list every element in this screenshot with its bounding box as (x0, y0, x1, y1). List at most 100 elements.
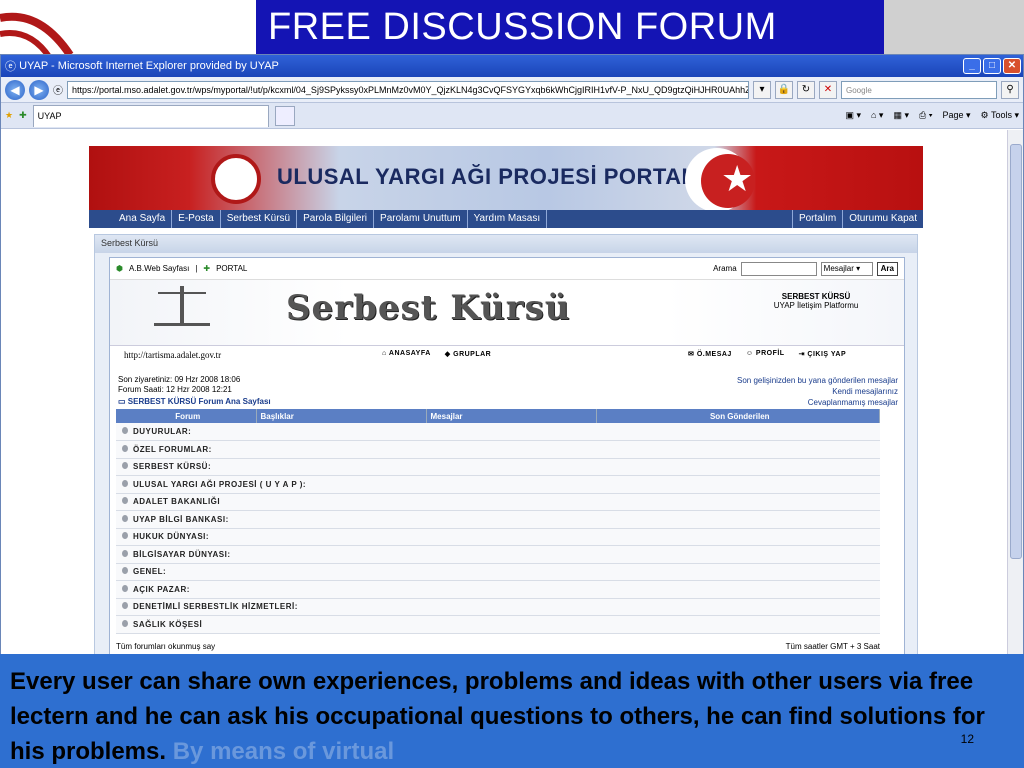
nav-oturumu-kapat[interactable]: Oturumu Kapat (842, 210, 923, 228)
rss-icon[interactable]: ▣ ▾ (845, 110, 861, 121)
forum-header-title: SERBEST KÜRSÜ UYAP İletişim Platformu (773, 292, 859, 310)
forum-row[interactable]: DUYURULAR: (116, 423, 880, 441)
nav-yardim-masasi[interactable]: Yardım Masası (468, 210, 548, 228)
forum-bullet-icon (122, 497, 128, 505)
forum-row[interactable]: ADALET BAKANLIĞI (116, 493, 880, 511)
minimize-button[interactable]: _ (963, 58, 981, 74)
forum-row[interactable]: GENEL: (116, 563, 880, 581)
menu-ozel-mesaj[interactable]: ✉ Ö.MESAJ (688, 350, 732, 358)
forum-bullet-icon (122, 602, 128, 610)
page-viewport: ULUSAL YARGI AĞI PROJESİ PORTALI ★ Ana S… (1, 130, 1009, 655)
nav-e-posta[interactable]: E-Posta (172, 210, 221, 228)
col-mesajlar: Mesajlar (426, 409, 597, 423)
nav-portalim[interactable]: Portalım (791, 210, 842, 228)
forum-home-link[interactable]: ▭ SERBEST KÜRSÜ Forum Ana Sayfası (118, 397, 271, 406)
ie-icon: ⓔ (5, 61, 20, 73)
portal-banner: ULUSAL YARGI AĞI PROJESİ PORTALI ★ (89, 146, 923, 212)
address-dropdown-icon[interactable]: ▾ (753, 80, 771, 99)
forum-row-label[interactable]: BİLGİSAYAR DÜNYASI: (116, 545, 880, 564)
slide-title: FREE DISCUSSION FORUM (256, 0, 884, 56)
col-son-gonderilen: Son Gönderilen (596, 409, 880, 423)
forward-button[interactable]: ▶ (29, 79, 49, 100)
forum-footer: Tüm forumları okunmuş say Tüm saatler GM… (116, 642, 880, 651)
forum-bullet-icon (122, 532, 128, 540)
close-button[interactable]: ✕ (1003, 58, 1021, 74)
nav-ana-sayfa[interactable]: Ana Sayfa (113, 210, 173, 228)
favorites-icon[interactable]: ★ (5, 110, 13, 121)
visit-info: Son ziyaretiniz: 09 Hzr 2008 18:06 Forum… (118, 375, 240, 395)
forum-row-label[interactable]: HUKUK DÜNYASI: (116, 528, 880, 546)
shield-icon: ⬢ (116, 264, 123, 273)
unanswered-link[interactable]: Cevaplanmamış mesajlar (737, 397, 898, 408)
new-tab-button[interactable] (274, 105, 295, 126)
menu-profil[interactable]: ☺ PROFİL (746, 350, 785, 358)
quick-links: Son gelişinizden bu yana gönderilen mesa… (737, 375, 898, 408)
new-posts-link[interactable]: Son gelişinizden bu yana gönderilen mesa… (737, 375, 898, 386)
forum-row-label[interactable]: UYAP BİLGİ BANKASI: (116, 510, 880, 529)
forum-row[interactable]: BİLGİSAYAR DÜNYASI: (116, 545, 880, 564)
link-separator: | (195, 264, 198, 273)
address-toolbar: ◀ ▶ ⓔ https://portal.mso.adalet.gov.tr/w… (1, 77, 1023, 103)
web-page-link[interactable]: A.B.Web Sayfası (129, 264, 189, 273)
scrollbar-thumb[interactable] (1010, 144, 1022, 559)
address-bar[interactable]: https://portal.mso.adalet.gov.tr/wps/myp… (67, 80, 749, 99)
home-icon[interactable]: ⌂ ▾ (871, 110, 883, 121)
stop-button[interactable]: ✕ (819, 80, 837, 99)
forum-row[interactable]: SERBEST KÜRSÜ: (116, 458, 880, 476)
own-posts-link[interactable]: Kendi mesajlarınız (737, 386, 898, 397)
forum-search-input[interactable] (740, 261, 817, 276)
tools-menu-button[interactable]: ⚙ Tools ▾ (981, 110, 1019, 121)
search-button[interactable]: Ara (876, 261, 898, 276)
forum-time: Forum Saati: 12 Hzr 2008 12:21 (118, 385, 232, 394)
caption-faded-text: By means of virtual (166, 738, 395, 765)
lock-icon[interactable]: 🔒 (775, 80, 793, 99)
forum-frame: ⬢ A.B.Web Sayfası | ✚ PORTAL Arama Mesaj… (109, 257, 905, 655)
forum-row-label[interactable]: DENETİMLİ SERBESTLİK HİZMETLERİ: (116, 598, 880, 616)
forum-row[interactable]: SAĞLIK KÖŞESİ (116, 615, 880, 634)
search-icon[interactable]: ⚲ (1001, 80, 1019, 99)
forum-row[interactable]: HUKUK DÜNYASI: (116, 528, 880, 546)
maximize-button[interactable]: □ (983, 58, 1001, 74)
mark-all-read-link[interactable]: Tüm forumları okunmuş say (116, 642, 215, 651)
col-forum: Forum (116, 409, 257, 423)
back-button[interactable]: ◀ (5, 79, 25, 100)
forum-row-label[interactable]: GENEL: (116, 563, 880, 581)
timezone-note: Tüm saatler GMT + 3 Saat (785, 642, 880, 651)
browser-title: UYAP - Microsoft Internet Explorer provi… (19, 60, 279, 72)
forum-row[interactable]: ÖZEL FORUMLAR: (116, 440, 880, 459)
menu-gruplar[interactable]: ◆ GRUPLAR (445, 350, 491, 358)
forum-row[interactable]: UYAP BİLGİ BANKASI: (116, 510, 880, 529)
feeds-icon[interactable]: ▦ ▾ (893, 110, 909, 121)
forum-row-label[interactable]: ULUSAL YARGI AĞI PROJESİ ( U Y A P ): (116, 475, 880, 494)
forum-row-label[interactable]: AÇIK PAZAR: (116, 580, 880, 599)
forum-row[interactable]: DENETİMLİ SERBESTLİK HİZMETLERİ: (116, 598, 880, 616)
forum-row-label[interactable]: ADALET BAKANLIĞI (116, 493, 880, 511)
search-scope-select[interactable]: Mesajlar ▾ (820, 261, 873, 276)
refresh-button[interactable]: ↻ (797, 80, 815, 99)
nav-serbest-kursu[interactable]: Serbest Kürsü (221, 210, 298, 228)
forum-row-label[interactable]: ÖZEL FORUMLAR: (116, 440, 880, 459)
tab-uyap[interactable]: UYAP (32, 104, 269, 127)
page-menu-button[interactable]: Page ▾ (942, 110, 970, 121)
add-favorites-icon[interactable]: ✚ (19, 110, 27, 121)
forum-row-label[interactable]: SERBEST KÜRSÜ: (116, 458, 880, 476)
menu-cikis[interactable]: ⇥ ÇIKIŞ YAP (799, 350, 847, 358)
forum-bullet-icon (122, 444, 128, 452)
forum-row[interactable]: AÇIK PAZAR: (116, 580, 880, 599)
forum-row-label[interactable]: DUYURULAR: (116, 423, 880, 441)
forum-logo: Serbest Kürsü (286, 288, 571, 328)
forum-bullet-icon (122, 427, 128, 434)
forum-row[interactable]: ULUSAL YARGI AĞI PROJESİ ( U Y A P ): (116, 475, 880, 494)
vertical-scrollbar[interactable] (1007, 130, 1023, 655)
print-icon[interactable]: ⎙ ▾ (919, 110, 932, 121)
nav-parolami-unuttum[interactable]: Parolamı Unuttum (374, 210, 468, 228)
nav-parola-bilgileri[interactable]: Parola Bilgileri (297, 210, 375, 228)
forum-table: Forum Başlıklar Mesajlar Son Gönderilen … (116, 409, 880, 634)
menu-anasayfa[interactable]: ⌂ ANASAYFA (382, 350, 431, 358)
forum-row-label[interactable]: SAĞLIK KÖŞESİ (116, 615, 880, 634)
search-input[interactable]: Google (841, 80, 997, 99)
portal-nav: Ana Sayfa E-Posta Serbest Kürsü Parola B… (89, 210, 923, 228)
forum-menu-bar: http://tartisma.adalet.gov.tr ⌂ ANASAYFA… (110, 346, 906, 366)
search-label: Arama (713, 264, 737, 273)
portal-link[interactable]: PORTAL (216, 264, 247, 273)
